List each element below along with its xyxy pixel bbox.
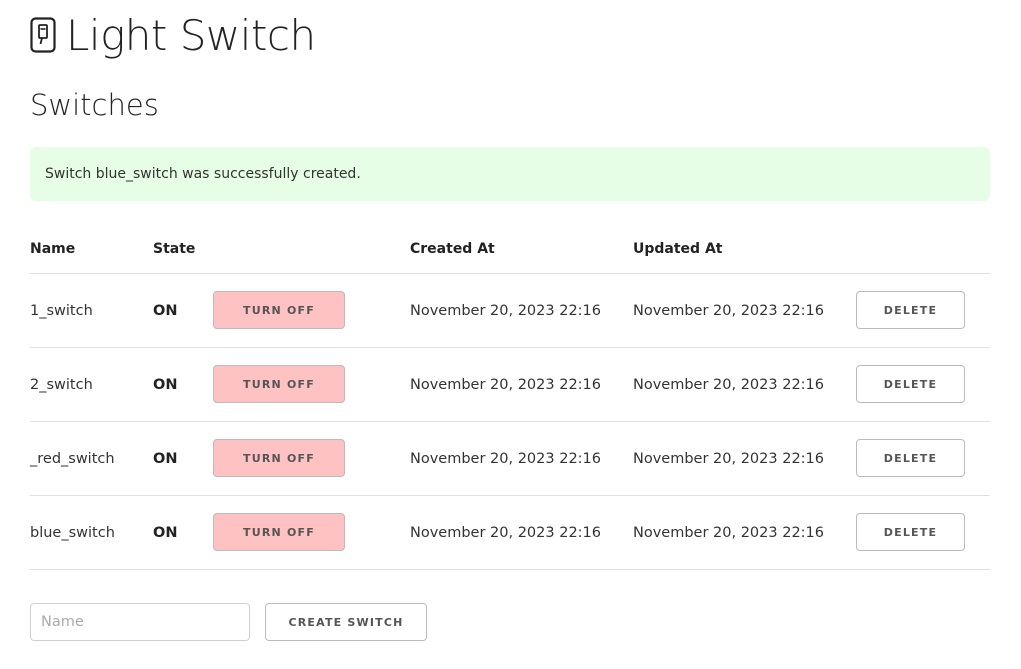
app-title-text: Light Switch: [66, 10, 316, 60]
flash-message: Switch blue_switch was successfully crea…: [45, 166, 361, 182]
switch-name: blue_switch: [30, 525, 115, 541]
table-header: Name State Created At Updated At: [30, 226, 990, 274]
switch-state: ON: [153, 303, 178, 319]
delete-button[interactable]: DELETE: [856, 439, 965, 477]
turn-off-button[interactable]: TURN OFF: [213, 291, 345, 329]
app-title: Light Switch: [30, 10, 316, 60]
table-row: blue_switch ON TURN OFF November 20, 202…: [30, 496, 990, 570]
delete-button[interactable]: DELETE: [856, 365, 965, 403]
column-header-created-at: Created At: [410, 241, 495, 257]
turn-off-button[interactable]: TURN OFF: [213, 513, 345, 551]
switch-state: ON: [153, 451, 178, 467]
updated-at: November 20, 2023 22:16: [633, 377, 825, 393]
page-title: Switches: [30, 88, 159, 122]
column-header-name: Name: [30, 241, 76, 257]
updated-at: November 20, 2023 22:16: [633, 451, 825, 467]
updated-at: November 20, 2023 22:16: [633, 525, 825, 541]
switch-state: ON: [153, 377, 178, 393]
created-at: November 20, 2023 22:16: [410, 377, 602, 393]
column-header-state: State: [153, 241, 196, 257]
switch-state: ON: [153, 525, 178, 541]
updated-at: November 20, 2023 22:16: [633, 303, 825, 319]
light-switch-icon: [30, 17, 56, 53]
created-at: November 20, 2023 22:16: [410, 451, 602, 467]
name-input[interactable]: [30, 603, 250, 641]
flash-notice: Switch blue_switch was successfully crea…: [30, 147, 990, 201]
created-at: November 20, 2023 22:16: [410, 525, 602, 541]
create-switch-button[interactable]: CREATE SWITCH: [265, 603, 427, 641]
delete-button[interactable]: DELETE: [856, 291, 965, 329]
table-row: _red_switch ON TURN OFF November 20, 202…: [30, 422, 990, 496]
switch-name: _red_switch: [30, 451, 115, 467]
switch-name: 1_switch: [30, 303, 93, 319]
column-header-updated-at: Updated At: [633, 241, 723, 257]
delete-button[interactable]: DELETE: [856, 513, 965, 551]
turn-off-button[interactable]: TURN OFF: [213, 439, 345, 477]
created-at: November 20, 2023 22:16: [410, 303, 602, 319]
switch-name: 2_switch: [30, 377, 93, 393]
turn-off-button[interactable]: TURN OFF: [213, 365, 345, 403]
switches-table: Name State Created At Updated At 1_switc…: [30, 226, 990, 570]
table-row: 2_switch ON TURN OFF November 20, 2023 2…: [30, 348, 990, 422]
table-row: 1_switch ON TURN OFF November 20, 2023 2…: [30, 274, 990, 348]
